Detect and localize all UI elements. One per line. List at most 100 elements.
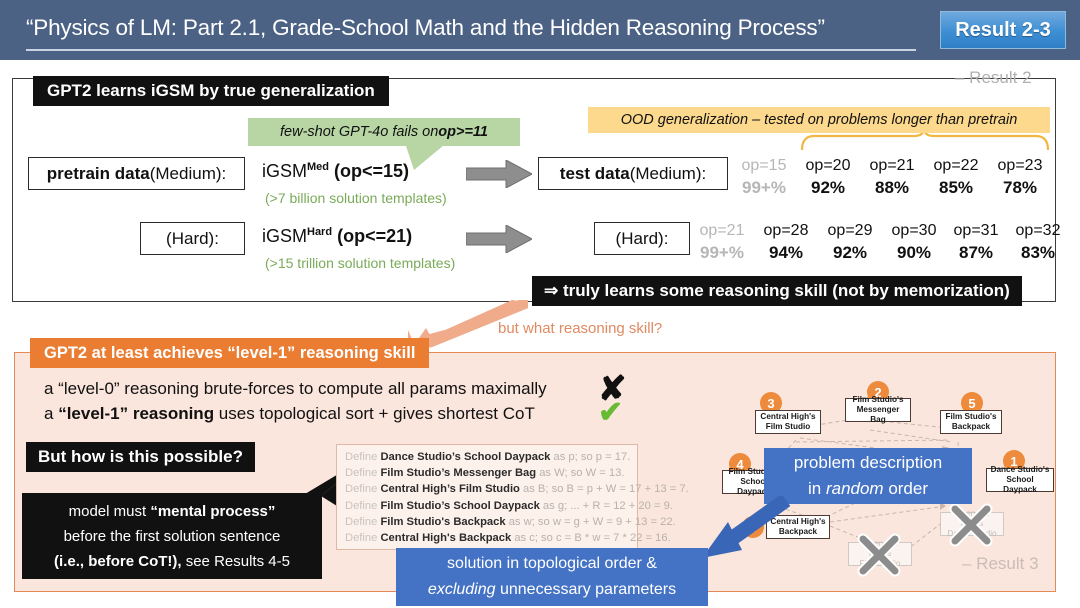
solution-line1: solution in topological order & [447,555,657,572]
op-label: op=20 [805,157,851,174]
igsm-med-spec: iGSMMed (op<=15) [262,161,409,182]
definition-line: Define Central High’s Film Studio as B; … [345,481,689,497]
igsm-hard-templates: (>15 trillion solution templates) [265,255,456,271]
model-line1: model must “mental process” [69,499,276,524]
model-line3: (i.e., before CoT!), see Results 4-5 [54,549,290,574]
define-keyword: Define [345,515,378,528]
op-label: op=29 [827,222,873,239]
bullet-level0-pre: a “level-0” reasoning [44,379,199,398]
acc-value: 99+% [700,243,744,262]
model-line1-bold: “mental process” [150,502,276,520]
definition-line: Define Dance Studio’s School Daypack as … [345,449,631,465]
define-tail: as p; so p = 17. [553,451,631,463]
igsm-med-cond: (op<=15) [334,161,410,181]
node-label-line1: Central High's [760,412,816,421]
solution-banner: solution in topological order & excludin… [396,548,708,606]
acc-value: 78% [1002,178,1038,197]
result-cell-h4: op=31 87% [946,220,1006,264]
igsm-hard-spec: iGSMHard (op<=21) [262,226,412,247]
strikeout-icon-2 [857,533,901,577]
op-label: op=32 [1015,222,1061,239]
acc-value: 92% [810,178,846,197]
desc-line2-post: order [883,479,929,498]
define-keyword: Define [345,483,378,496]
bullet-level1-pre: a [44,404,59,423]
check-icon: ✔ [598,396,624,429]
define-name: Film Studio’s School Daypack [380,499,540,512]
pretrain-hard-label: (Hard): [140,222,245,255]
bullet-level0: a “level-0” reasoning brute-forces to co… [44,379,547,399]
define-keyword: Define [345,467,378,480]
op-label: op=23 [997,157,1043,174]
define-name: Central High's Backpack [380,532,512,545]
test-data-label-bold: test data [559,163,630,183]
acc-value: 88% [874,178,910,197]
arrow-right-icon-2 [466,225,532,253]
test-hard-label: (Hard): [594,222,690,255]
test-data-label: test data (Medium): [538,157,728,190]
op-label: op=21 [699,222,745,239]
definition-line: Define Film Studio’s School Daypack as g… [345,498,673,514]
result-cell-h0: op=21 99+% [692,220,752,264]
igsm-hard-cond: (op<=21) [337,226,413,246]
define-tail: as g; ... + R = 12 + 20 = 9. [542,499,673,512]
acc-value: 83% [1020,243,1056,262]
define-tail: as W; so W = 13. [539,467,625,480]
igsm-hard-name: iGSM [262,226,307,246]
define-keyword: Define [345,499,378,512]
op-label: op=15 [741,157,787,174]
define-tail: as c; so c = B * w = 7 * 22 = 16. [514,532,671,545]
ood-brace-icon [800,133,1050,151]
pretrain-data-label-bold: pretrain data [46,163,150,183]
slide-root: “Physics of LM: Part 2.1, Grade-School M… [0,0,1080,608]
desc-line2-italic: random [825,479,884,498]
problem-description-banner: problem description in random order [764,448,972,504]
op-label: op=28 [763,222,809,239]
result-cell-m1: op=20 92% [798,155,858,199]
result2-heading: GPT2 learns iGSM by true generalization [33,76,389,106]
acc-value: 90% [896,243,932,262]
graph-node-central-highs-film-studio: Central High's Film Studio [755,410,821,434]
solution-line2: excluding unnecessary parameters [428,577,676,603]
bullet-level0-post: brute-forces to compute all params maxim… [198,379,547,398]
result-cell-h1: op=28 94% [756,220,816,264]
strikeout-icon-1 [949,503,993,547]
node-label-line2: Backpack [951,422,991,431]
define-keyword: Define [345,532,378,545]
bullet-level1-post: uses topological sort + gives shortest C… [214,404,535,423]
acc-value: 87% [958,243,994,262]
igsm-med-templates: (>7 billion solution templates) [265,190,447,206]
solution-flow-arrow-icon [702,496,791,558]
igsm-hard-sup: Hard [307,226,333,238]
result-cell-m3: op=22 85% [926,155,986,199]
definition-line: Define Central High's Backpack as c; so … [345,530,671,546]
model-line3-rest: see Results 4-5 [181,552,290,570]
define-name: Central High’s Film Studio [380,483,520,496]
define-name: Film Studio's Backpack [380,515,506,528]
arrow-right-icon-1 [466,160,532,188]
result-cell-h5: op=32 83% [1008,220,1068,264]
node-label-line2: Messenger Bag [856,405,900,424]
test-hard-label-rest: (Hard): [615,228,669,248]
definition-line: Define Film Studio's Backpack as w; so w… [345,514,676,530]
acc-value: 92% [832,243,868,262]
acc-value: 94% [768,243,804,262]
definitions-box: Define Dance Studio’s School Daypack as … [336,444,689,550]
node-label-line1: Film Studio's [945,412,997,421]
bullet-level1-bold: “level-1” reasoning [58,404,215,423]
acc-value: 85% [938,178,974,197]
igsm-med-sup: Med [307,161,329,173]
definition-line: Define Film Studio’s Messenger Bag as W;… [345,465,631,481]
result-cell-m2: op=21 88% [862,155,922,199]
result-cell-m0: op=15 99+% [734,155,794,199]
result-cell-h3: op=30 90% [884,220,944,264]
model-line2: before the first solution sentence [63,527,281,545]
gpt4o-callout-bold: op>=11 [438,124,488,140]
acc-value: 99+% [742,178,786,197]
page-title: “Physics of LM: Part 2.1, Grade-School M… [26,11,916,51]
op-label: op=22 [933,157,979,174]
model-line1-pre: model must [68,502,151,520]
desc-line1: problem description [793,453,943,472]
transition-question: but what reasoning skill? [498,320,663,337]
result2-corner-label: – Result 2 [955,68,1032,87]
